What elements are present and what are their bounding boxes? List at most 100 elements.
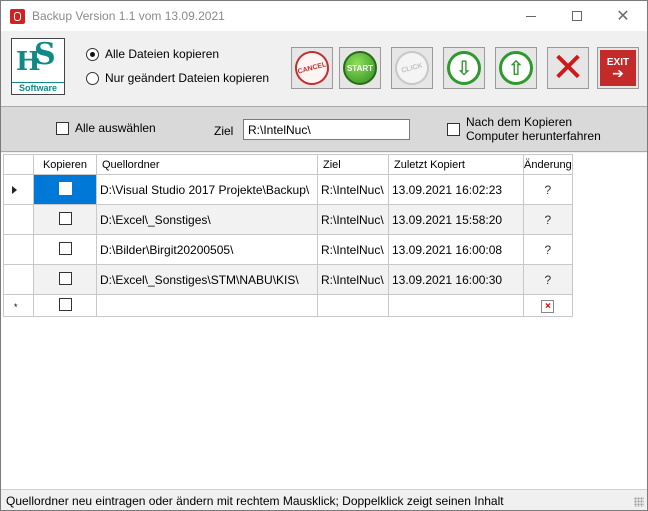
ziel-label: Ziel bbox=[214, 124, 234, 138]
question-icon: ? bbox=[544, 272, 552, 287]
window-title: Backup Version 1.1 vom 13.09.2021 bbox=[32, 9, 225, 23]
ziel-cell[interactable]: R:\IntelNuc\ bbox=[317, 234, 389, 265]
kopieren-checkbox[interactable] bbox=[58, 297, 72, 311]
zuletzt-cell[interactable]: 13.09.2021 16:00:08 bbox=[388, 234, 524, 265]
logo-letter-s: S bbox=[34, 37, 56, 72]
new-row-marker: * bbox=[14, 301, 18, 312]
zuletzt-cell[interactable] bbox=[388, 294, 524, 317]
row-header[interactable] bbox=[3, 264, 34, 295]
table-row[interactable]: D:\Excel\_Sonstiges\STM\NABU\KIS\ R:\Int… bbox=[3, 264, 573, 295]
cancel-button[interactable]: CANCEL bbox=[291, 47, 333, 89]
exit-button[interactable]: EXIT ➔ bbox=[597, 47, 639, 89]
table-header-row: Kopieren Quellordner Ziel Zuletzt Kopier… bbox=[3, 154, 573, 175]
quellordner-cell[interactable]: D:\Excel\_Sonstiges\STM\NABU\KIS\ bbox=[96, 264, 318, 295]
app-window: Backup Version 1.1 vom 13.09.2021 ✕ H S … bbox=[0, 0, 648, 511]
ziel-input[interactable] bbox=[243, 119, 410, 140]
minimize-icon bbox=[526, 15, 536, 17]
missing-image-icon: × bbox=[541, 300, 555, 313]
start-button[interactable]: START bbox=[339, 47, 381, 89]
maximize-icon bbox=[572, 11, 582, 21]
ziel-cell[interactable]: R:\IntelNuc\ bbox=[317, 264, 389, 295]
options-panel: Alle auswählen Ziel Nach dem Kopieren Co… bbox=[1, 106, 647, 152]
quellordner-cell[interactable]: D:\Bilder\Birgit20200505\ bbox=[96, 234, 318, 265]
radio-copy-all-circle[interactable] bbox=[86, 47, 99, 61]
kopieren-cell[interactable] bbox=[33, 234, 97, 265]
radio-copy-all[interactable]: Alle Dateien kopieren bbox=[86, 47, 219, 61]
click-button[interactable]: CLICK bbox=[391, 47, 433, 89]
move-up-button[interactable]: ⇧ bbox=[495, 47, 537, 89]
kopieren-cell[interactable] bbox=[33, 174, 97, 205]
col-header-ziel[interactable]: Ziel bbox=[317, 154, 389, 175]
status-bar: Quellordner neu eintragen oder ändern mi… bbox=[1, 489, 647, 510]
current-row-pointer-icon bbox=[12, 185, 17, 194]
radio-copy-all-label: Alle Dateien kopieren bbox=[105, 47, 220, 61]
minimize-button[interactable] bbox=[508, 1, 554, 31]
status-text: Quellordner neu eintragen oder ändern mi… bbox=[6, 494, 504, 508]
hs-software-logo: H S Software bbox=[11, 37, 65, 95]
app-power-icon bbox=[10, 9, 25, 24]
aenderung-cell[interactable]: ? bbox=[523, 174, 573, 205]
kopieren-checkbox[interactable] bbox=[58, 181, 72, 195]
table-row[interactable]: D:\Excel\_Sonstiges\ R:\IntelNuc\ 13.09.… bbox=[3, 204, 573, 235]
close-window-button[interactable]: ✕ bbox=[600, 1, 646, 31]
resize-grip-icon[interactable] bbox=[634, 497, 644, 507]
radio-copy-changed-circle[interactable] bbox=[86, 71, 99, 85]
shutdown-checkbox[interactable]: Nach dem Kopieren Computer herunterfahre… bbox=[447, 115, 601, 143]
close-icon: ✕ bbox=[616, 8, 630, 25]
ziel-cell[interactable] bbox=[317, 294, 389, 317]
top-panel: H S Software Alle Dateien kopieren Nur g… bbox=[1, 31, 647, 105]
logo-letters: H S bbox=[14, 37, 62, 83]
kopieren-checkbox[interactable] bbox=[58, 271, 72, 285]
row-header[interactable] bbox=[3, 174, 34, 205]
radio-copy-changed[interactable]: Nur geändert Dateien kopieren bbox=[86, 71, 269, 85]
red-x-icon: ✕ bbox=[551, 46, 585, 90]
shutdown-label-line2: Computer herunterfahren bbox=[466, 129, 601, 143]
kopieren-checkbox[interactable] bbox=[58, 211, 72, 225]
col-header-zuletzt[interactable]: Zuletzt Kopiert bbox=[388, 154, 524, 175]
aenderung-cell[interactable]: ? bbox=[523, 264, 573, 295]
title-bar: Backup Version 1.1 vom 13.09.2021 ✕ bbox=[1, 1, 647, 31]
zuletzt-cell[interactable]: 13.09.2021 16:00:30 bbox=[388, 264, 524, 295]
quellordner-cell[interactable] bbox=[96, 294, 318, 317]
select-all-box[interactable] bbox=[56, 121, 69, 135]
row-header[interactable] bbox=[3, 234, 34, 265]
question-icon: ? bbox=[544, 212, 552, 227]
kopieren-cell[interactable] bbox=[33, 204, 97, 235]
shutdown-box[interactable] bbox=[447, 122, 460, 136]
ziel-cell[interactable]: R:\IntelNuc\ bbox=[317, 204, 389, 235]
exit-arrow-icon: ➔ bbox=[612, 65, 624, 81]
exit-icon: EXIT ➔ bbox=[600, 50, 636, 86]
row-header[interactable] bbox=[3, 204, 34, 235]
row-header[interactable]: * bbox=[3, 294, 34, 317]
quellordner-cell[interactable]: D:\Visual Studio 2017 Projekte\Backup\ bbox=[96, 174, 318, 205]
move-down-button[interactable]: ⇩ bbox=[443, 47, 485, 89]
kopieren-cell[interactable] bbox=[33, 294, 97, 317]
arrow-down-icon: ⇩ bbox=[447, 51, 481, 85]
aenderung-cell[interactable]: ? bbox=[523, 234, 573, 265]
kopieren-cell[interactable] bbox=[33, 264, 97, 295]
quellordner-cell[interactable]: D:\Excel\_Sonstiges\ bbox=[96, 204, 318, 235]
zuletzt-cell[interactable]: 13.09.2021 15:58:20 bbox=[388, 204, 524, 235]
table-row[interactable]: D:\Bilder\Birgit20200505\ R:\IntelNuc\ 1… bbox=[3, 234, 573, 265]
shutdown-label-line1: Nach dem Kopieren bbox=[466, 115, 573, 129]
table-row[interactable]: D:\Visual Studio 2017 Projekte\Backup\ R… bbox=[3, 174, 573, 205]
col-header-kopieren[interactable]: Kopieren bbox=[33, 154, 97, 175]
folder-grid[interactable]: Kopieren Quellordner Ziel Zuletzt Kopier… bbox=[1, 153, 647, 489]
select-all-checkbox[interactable]: Alle auswählen bbox=[56, 121, 156, 135]
shutdown-label: Nach dem Kopieren Computer herunterfahre… bbox=[466, 115, 601, 143]
zuletzt-cell[interactable]: 13.09.2021 16:02:23 bbox=[388, 174, 524, 205]
arrow-up-icon: ⇧ bbox=[499, 51, 533, 85]
radio-copy-changed-label: Nur geändert Dateien kopieren bbox=[105, 71, 270, 85]
maximize-button[interactable] bbox=[554, 1, 600, 31]
aenderung-cell[interactable]: × bbox=[523, 294, 573, 317]
ziel-cell[interactable]: R:\IntelNuc\ bbox=[317, 174, 389, 205]
col-header-aenderung[interactable]: Änderung bbox=[523, 154, 573, 175]
question-icon: ? bbox=[544, 182, 552, 197]
delete-button[interactable]: ✕ bbox=[547, 47, 589, 89]
aenderung-cell[interactable]: ? bbox=[523, 204, 573, 235]
logo-footer: Software bbox=[12, 82, 64, 94]
cancel-stamp-icon: CANCEL bbox=[291, 47, 333, 89]
new-row[interactable]: * × bbox=[3, 294, 573, 317]
kopieren-checkbox[interactable] bbox=[58, 241, 72, 255]
col-header-quellordner[interactable]: Quellordner bbox=[96, 154, 318, 175]
